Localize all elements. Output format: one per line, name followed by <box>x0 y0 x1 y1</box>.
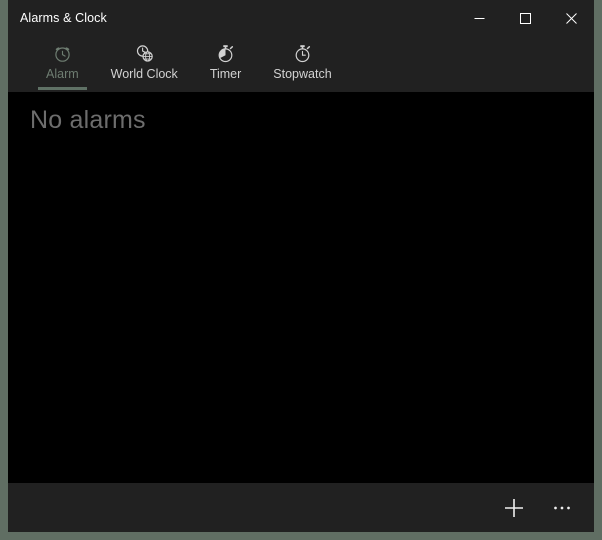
tab-alarm-label: Alarm <box>46 67 79 81</box>
tab-strip: Alarm World Clock Timer Stopwatch <box>30 36 348 92</box>
plus-icon <box>502 496 526 520</box>
minimize-button[interactable] <box>456 0 502 36</box>
maximize-icon <box>519 12 531 24</box>
more-options-button[interactable] <box>538 484 586 532</box>
ellipsis-icon <box>551 497 573 519</box>
tab-timer[interactable]: Timer <box>194 36 257 92</box>
empty-state-message: No alarms <box>30 106 146 134</box>
close-button[interactable] <box>548 0 594 36</box>
window-body: Alarms & Clock Alarm World Clock Timer S… <box>8 0 594 532</box>
alarm-list-area: No alarms <box>8 92 594 483</box>
tab-bar: Alarm World Clock Timer Stopwatch <box>8 36 594 92</box>
window-controls <box>456 0 594 36</box>
add-alarm-button[interactable] <box>490 484 538 532</box>
maximize-button[interactable] <box>502 0 548 36</box>
tab-timer-label: Timer <box>209 67 242 81</box>
window-title: Alarms & Clock <box>20 11 107 25</box>
timer-icon <box>215 42 236 64</box>
stopwatch-icon <box>292 42 313 64</box>
tab-world-clock-underline <box>103 87 186 90</box>
command-bar <box>8 483 594 532</box>
alarm-clock-icon <box>52 42 73 64</box>
tab-stopwatch-label: Stopwatch <box>273 67 332 81</box>
tab-timer-underline <box>202 87 249 90</box>
tab-alarm-underline <box>38 87 87 90</box>
title-bar[interactable]: Alarms & Clock <box>8 0 594 36</box>
minimize-icon <box>474 13 485 24</box>
close-icon <box>565 12 577 24</box>
tab-stopwatch[interactable]: Stopwatch <box>257 36 347 92</box>
tab-world-clock[interactable]: World Clock <box>95 36 194 92</box>
tab-stopwatch-underline <box>265 87 339 90</box>
tab-alarm[interactable]: Alarm <box>30 36 95 92</box>
tab-world-clock-label: World Clock <box>110 67 178 81</box>
world-clock-icon <box>134 42 155 64</box>
window-frame: Alarms & Clock Alarm World Clock Timer S… <box>0 0 602 540</box>
